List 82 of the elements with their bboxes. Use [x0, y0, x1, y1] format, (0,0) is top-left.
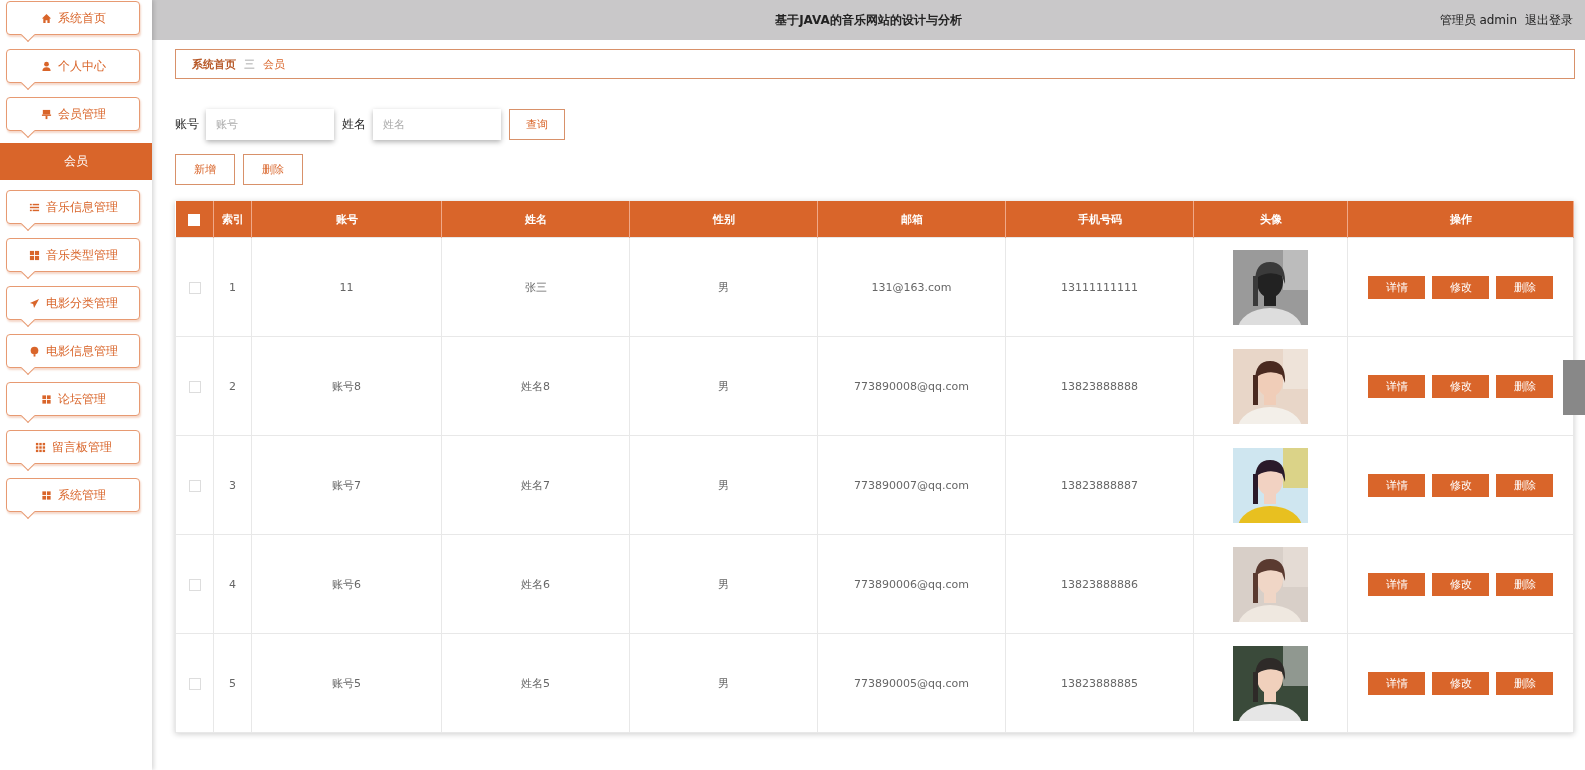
column-header: 头像: [1193, 201, 1348, 238]
details-button[interactable]: 详情: [1368, 572, 1425, 596]
table-cell: 男: [629, 237, 818, 337]
field-label: 姓名: [342, 117, 366, 132]
details-button[interactable]: 详情: [1368, 473, 1425, 497]
edit-button[interactable]: 修改: [1432, 275, 1489, 299]
table-cell: 3: [213, 435, 252, 535]
dots-grid-icon: [34, 441, 46, 453]
breadcrumb-current: 会员: [263, 56, 285, 72]
delete-button[interactable]: 删除: [1496, 275, 1553, 299]
column-header: 性别: [629, 201, 818, 238]
checkbox[interactable]: [188, 380, 201, 393]
table-cell: 男: [629, 336, 818, 436]
sign-icon: [40, 108, 52, 120]
table-cell: 姓名8: [441, 336, 630, 436]
column-header: 姓名: [441, 201, 630, 238]
table-cell: 1: [213, 237, 252, 337]
user-label: 管理员 admin: [1439, 11, 1517, 29]
edit-button[interactable]: 修改: [1432, 572, 1489, 596]
table-cell: 账号8: [251, 336, 442, 436]
logout-link[interactable]: 退出登录: [1525, 11, 1573, 29]
details-button[interactable]: 详情: [1368, 374, 1425, 398]
checkbox[interactable]: [188, 479, 201, 492]
home-icon: [40, 12, 52, 24]
column-header: 索引: [213, 201, 252, 238]
delete-button[interactable]: 删除: [243, 154, 303, 185]
details-button[interactable]: 详情: [1368, 671, 1425, 695]
table-cell: 773890006@qq.com: [817, 534, 1006, 634]
edit-button[interactable]: 修改: [1432, 473, 1489, 497]
add-button[interactable]: 新增: [175, 154, 235, 185]
submenu-item[interactable]: 会员: [0, 143, 152, 180]
checkbox[interactable]: [188, 578, 201, 591]
table-cell: 账号6: [251, 534, 442, 634]
checkbox[interactable]: [188, 281, 201, 294]
table-cell: 13823888885: [1005, 633, 1194, 733]
table-cell: 5: [213, 633, 252, 733]
table-cell: 773890008@qq.com: [817, 336, 1006, 436]
table-cell: 773890007@qq.com: [817, 435, 1006, 535]
table-cell: 13111111111: [1005, 237, 1194, 337]
table-cell: 姓名7: [441, 435, 630, 535]
table-cell: 账号7: [251, 435, 442, 535]
grid-icon: [40, 489, 52, 501]
table-cell: 张三: [441, 237, 630, 337]
table-cell: 男: [629, 435, 818, 535]
balloon-icon: [28, 345, 40, 357]
column-header: 手机号码: [1005, 201, 1194, 238]
table-cell: 男: [629, 534, 818, 634]
column-header: 账号: [251, 201, 442, 238]
table-cell: 2: [213, 336, 252, 436]
grid-icon: [28, 249, 40, 261]
delete-button[interactable]: 删除: [1496, 374, 1553, 398]
table-cell: 131@163.com: [817, 237, 1006, 337]
list-icon: [28, 201, 40, 213]
table-cell: 姓名6: [441, 534, 630, 634]
column-header: 操作: [1347, 201, 1574, 238]
scrollbar-thumb[interactable]: [1563, 360, 1585, 415]
column-header: 邮箱: [817, 201, 1006, 238]
grid-icon: [40, 393, 52, 405]
details-button[interactable]: 详情: [1368, 275, 1425, 299]
checkbox[interactable]: [188, 677, 201, 690]
table-cell: 男: [629, 633, 818, 733]
delete-button[interactable]: 删除: [1496, 473, 1553, 497]
table-cell: 账号5: [251, 633, 442, 733]
table-cell: 13823888888: [1005, 336, 1194, 436]
user-icon: [40, 60, 52, 72]
search-button[interactable]: 查询: [509, 109, 565, 140]
delete-button[interactable]: 删除: [1496, 671, 1553, 695]
table-cell: 4: [213, 534, 252, 634]
table-cell: 13823888887: [1005, 435, 1194, 535]
field-label: 账号: [175, 117, 199, 132]
table-cell: 姓名5: [441, 633, 630, 733]
edit-button[interactable]: 修改: [1432, 671, 1489, 695]
paper-plane-icon: [28, 297, 40, 309]
table-cell: 11: [251, 237, 442, 337]
breadcrumb-link[interactable]: 系统首页: [192, 56, 236, 72]
input-field[interactable]: 姓名: [373, 109, 501, 140]
edit-button[interactable]: 修改: [1432, 374, 1489, 398]
delete-button[interactable]: 删除: [1496, 572, 1553, 596]
table-cell: 773890005@qq.com: [817, 633, 1006, 733]
input-field[interactable]: 账号: [206, 109, 334, 140]
site-title: 基于JAVA的音乐网站的设计与分析: [775, 12, 962, 27]
table-cell: 13823888886: [1005, 534, 1194, 634]
